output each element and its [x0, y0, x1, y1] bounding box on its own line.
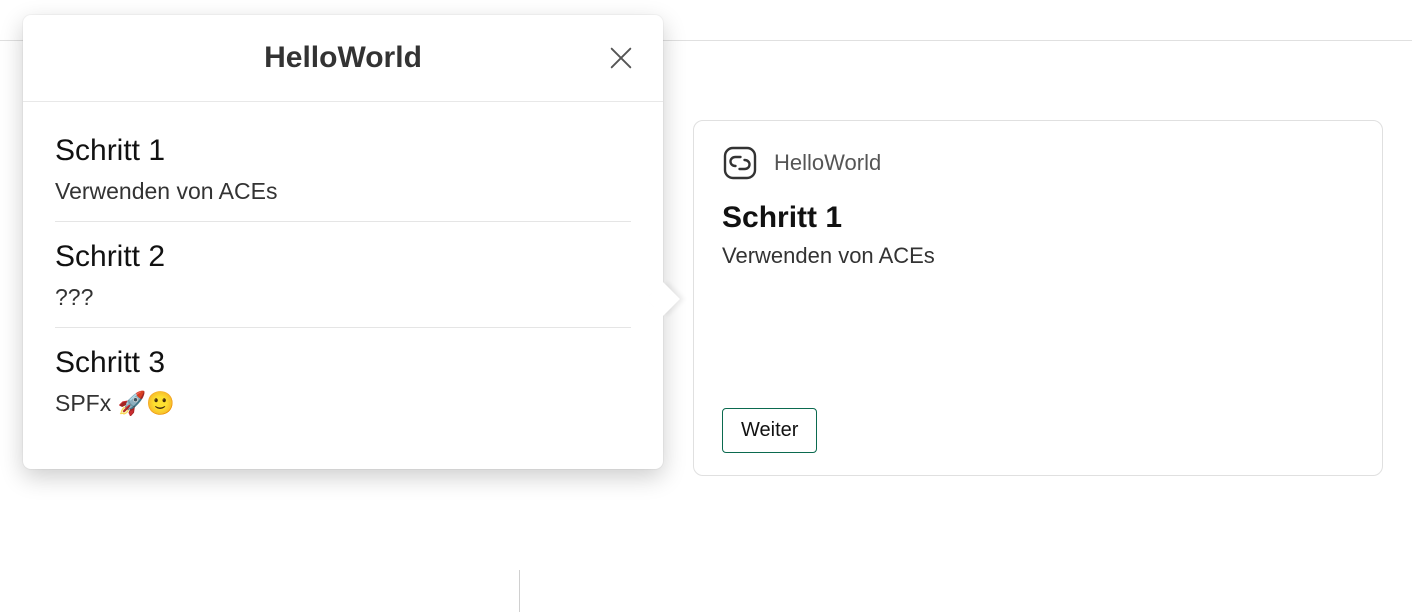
step-item: Schritt 3 SPFx 🚀🙂: [55, 328, 631, 433]
step-desc: Verwenden von ACEs: [55, 178, 631, 205]
step-title: Schritt 2: [55, 240, 631, 274]
step-item: Schritt 1 Verwenden von ACEs: [55, 116, 631, 221]
step-desc: SPFx 🚀🙂: [55, 390, 631, 417]
quickview-callout: HelloWorld Schritt 1 Verwenden von ACEs …: [23, 15, 663, 469]
card-footer: Weiter: [722, 408, 1354, 453]
card-subtitle: Verwenden von ACEs: [722, 243, 1354, 269]
adaptive-card: HelloWorld Schritt 1 Verwenden von ACEs …: [693, 120, 1383, 476]
card-title: Schritt 1: [722, 201, 1354, 235]
step-desc: ???: [55, 284, 631, 311]
callout-header: HelloWorld: [23, 15, 663, 102]
link-icon: [722, 145, 758, 181]
vertical-divider: [519, 570, 520, 612]
step-item: Schritt 2 ???: [55, 222, 631, 327]
close-icon: [607, 44, 635, 72]
step-title: Schritt 3: [55, 346, 631, 380]
card-header-title: HelloWorld: [774, 150, 881, 176]
step-title: Schritt 1: [55, 134, 631, 168]
card-header: HelloWorld: [722, 145, 1354, 181]
next-button[interactable]: Weiter: [722, 408, 817, 453]
close-button[interactable]: [607, 44, 635, 72]
callout-title: HelloWorld: [264, 41, 422, 75]
callout-body: Schritt 1 Verwenden von ACEs Schritt 2 ?…: [23, 102, 663, 469]
